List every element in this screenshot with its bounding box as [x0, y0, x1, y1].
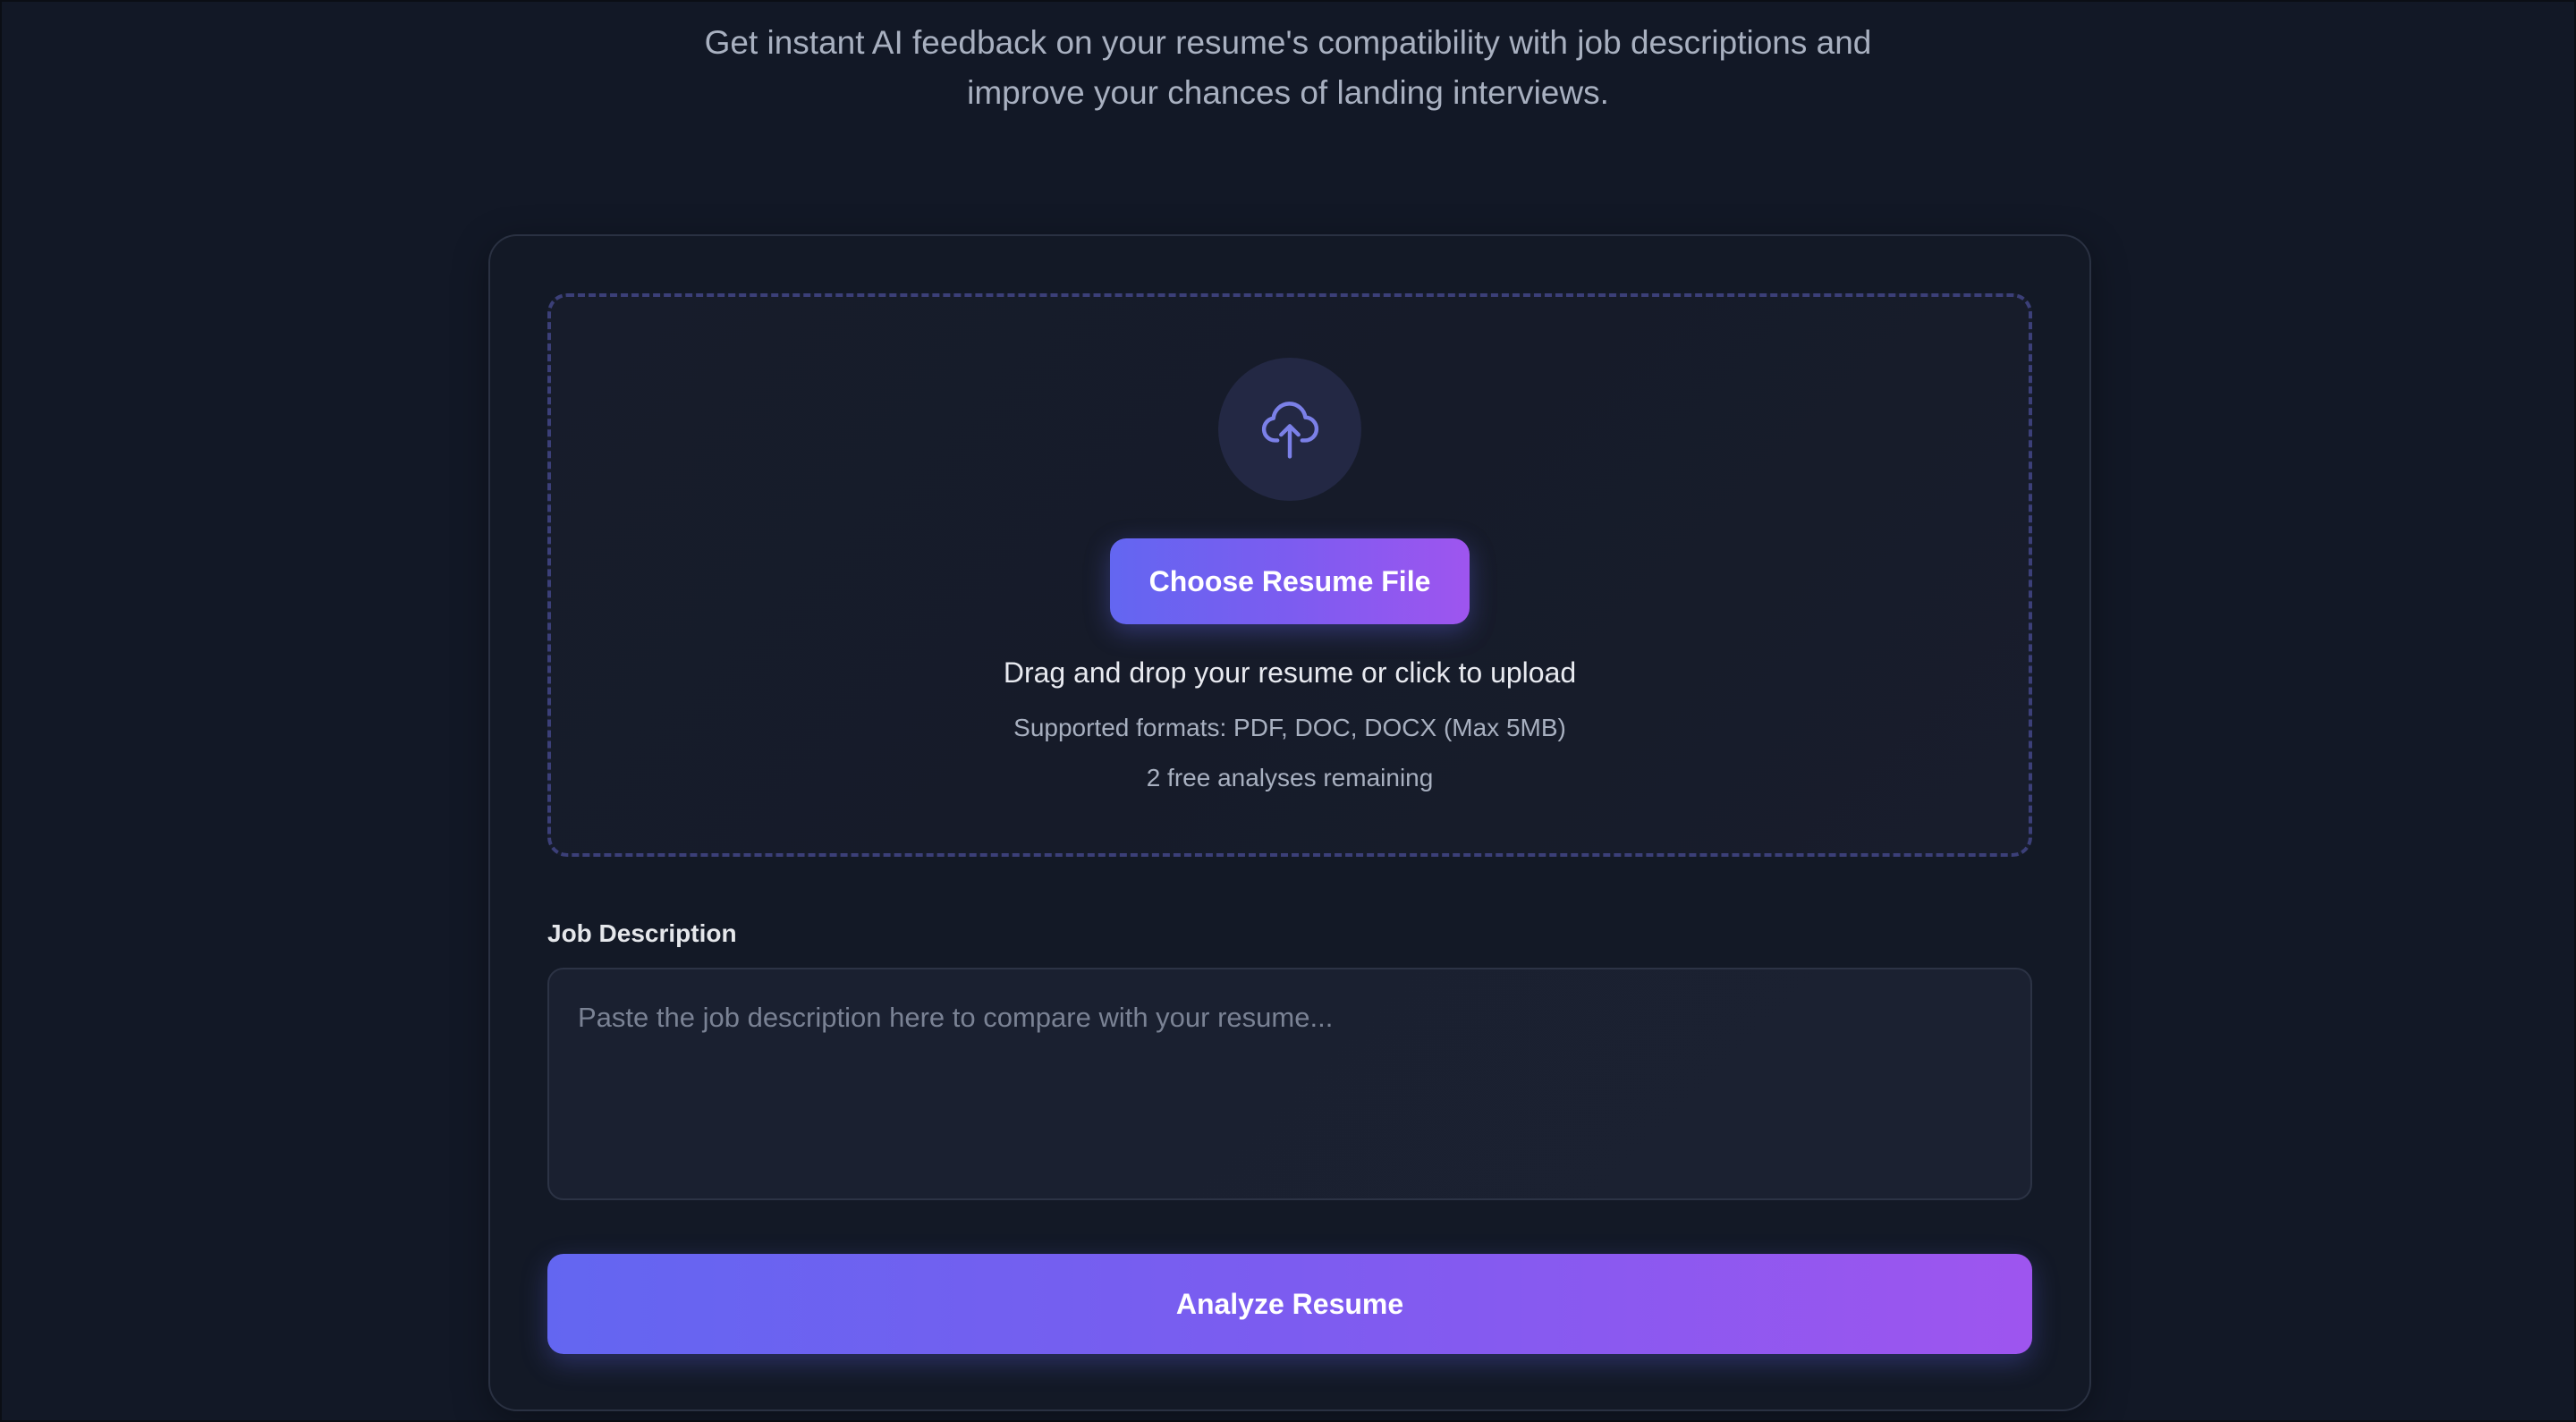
- page: Get instant AI feedback on your resume's…: [0, 0, 2576, 1422]
- resume-dropzone[interactable]: Choose Resume File Drag and drop your re…: [547, 293, 2032, 857]
- analyzer-card: Choose Resume File Drag and drop your re…: [488, 234, 2091, 1411]
- supported-formats-text: Supported formats: PDF, DOC, DOCX (Max 5…: [1013, 714, 1566, 741]
- drop-instructions: Drag and drop your resume or click to up…: [1003, 656, 1577, 689]
- job-description-input[interactable]: [547, 968, 2032, 1200]
- page-subtitle: Get instant AI feedback on your resume's…: [2, 18, 2574, 118]
- subtitle-line-1: Get instant AI feedback on your resume's…: [704, 24, 1872, 61]
- job-description-label: Job Description: [547, 919, 737, 947]
- analyze-resume-button[interactable]: Analyze Resume: [547, 1254, 2032, 1354]
- free-analyses-remaining: 2 free analyses remaining: [1146, 764, 1434, 791]
- subtitle-line-2: improve your chances of landing intervie…: [967, 74, 1609, 111]
- choose-resume-file-button[interactable]: Choose Resume File: [1110, 538, 1470, 624]
- upload-icon-circle: [1218, 358, 1361, 501]
- cloud-upload-icon: [1261, 402, 1319, 459]
